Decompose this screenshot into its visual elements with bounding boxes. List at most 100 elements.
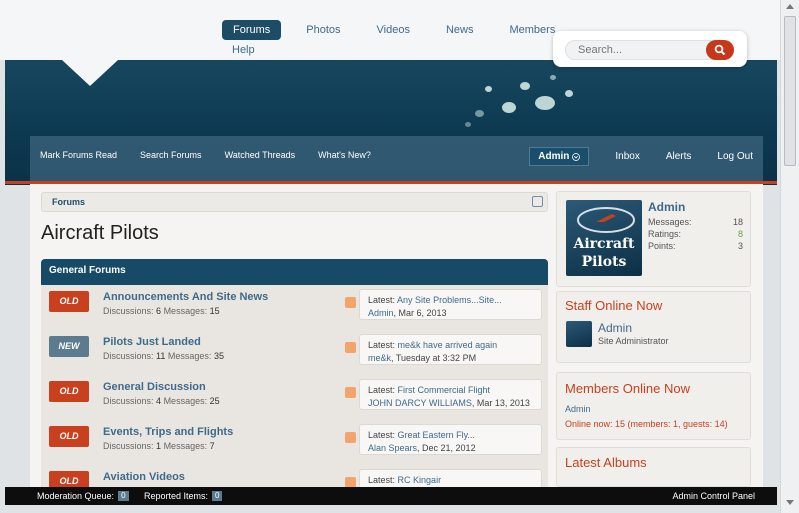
forum-title-link[interactable]: Aviation Videos (103, 471, 185, 483)
reported-items-count: 0 (212, 491, 223, 501)
search-button[interactable] (706, 40, 734, 60)
forum-status-badge: OLD (49, 291, 89, 312)
scrollbar-thumb[interactable] (784, 16, 796, 166)
forum-status-badge: OLD (49, 381, 89, 402)
visitor-ratings-row: Ratings: 8 (648, 229, 743, 239)
external-link-icon[interactable] (532, 196, 543, 207)
forum-stats: Discussions: 1 Messages: 7 (103, 441, 215, 451)
members-online-title: Members Online Now (565, 381, 690, 396)
vertical-scrollbar[interactable] (780, 0, 799, 513)
forum-row: NEW Pilots Just Landed Discussions: 11 M… (41, 330, 548, 374)
latest-albums-title: Latest Albums (565, 455, 647, 470)
discussions-count: 11 (156, 351, 166, 361)
points-value: 3 (737, 241, 743, 251)
staff-role: Site Administrator (598, 336, 669, 346)
search-forums-link[interactable]: Search Forums (140, 150, 202, 160)
discussions-label: Discussions: (103, 441, 154, 451)
rss-icon[interactable] (345, 342, 356, 353)
breadcrumb-forums[interactable]: Forums (52, 197, 85, 207)
avatar[interactable] (566, 321, 592, 347)
avatar-text-line-1: Aircraft (573, 236, 635, 252)
latest-thread-link[interactable]: First Commercial Flight (398, 385, 491, 395)
scroll-down-arrow-icon[interactable] (786, 500, 794, 505)
latest-thread-link[interactable]: Any Site Problems...Site... (397, 295, 502, 305)
watched-threads-link[interactable]: Watched Threads (225, 150, 296, 160)
rss-icon[interactable] (345, 387, 356, 398)
latest-thread-link[interactable]: Great Eastern Fly... (398, 430, 475, 440)
tab-help[interactable]: Help (232, 44, 255, 56)
admin-control-panel-link[interactable]: Admin Control Panel (672, 491, 755, 501)
latest-date: , Mar 6, 2013 (393, 308, 447, 318)
search-icon (714, 44, 726, 56)
forum-row: OLD Announcements And Site News Discussi… (41, 285, 548, 329)
points-label: Points: (648, 241, 676, 251)
latest-prefix: Latest: (368, 430, 396, 440)
moderation-queue-label: Moderation Queue: (37, 491, 115, 501)
search-panel (553, 31, 747, 67)
tab-forums[interactable]: Forums (222, 20, 282, 40)
whats-new-link[interactable]: What's New? (318, 150, 371, 160)
latest-thread-link[interactable]: RC Kingair (398, 475, 442, 485)
rss-icon[interactable] (345, 477, 356, 487)
moderation-queue-count: 0 (118, 491, 129, 501)
latest-post-box: Latest: Any Site Problems...Site... Admi… (359, 289, 542, 320)
visitor-points-row: Points: 3 (648, 241, 743, 251)
banner-light (475, 110, 484, 117)
rss-icon[interactable] (345, 297, 356, 308)
forum-title-link[interactable]: Pilots Just Landed (103, 336, 201, 348)
forum-status-badge: OLD (49, 471, 89, 487)
category-header[interactable]: General Forums (41, 259, 548, 285)
tab-videos[interactable]: Videos (366, 20, 421, 40)
forum-title-link[interactable]: Announcements And Site News (103, 291, 268, 303)
messages-count: 15 (209, 306, 220, 316)
sub-navigation: Mark Forums Read Search Forums Watched T… (30, 136, 763, 181)
discussions-count: 6 (156, 306, 162, 316)
tab-photos[interactable]: Photos (295, 20, 351, 40)
logout-link[interactable]: Log Out (717, 151, 753, 162)
latest-prefix: Latest: (368, 385, 396, 395)
main-tabs: Forums Photos Videos News Members (222, 20, 566, 40)
rss-icon[interactable] (345, 432, 356, 443)
moderation-queue-link[interactable]: Moderation Queue: 0 (37, 491, 129, 501)
latest-post-box: Latest: me&k have arrived again me&k, Tu… (359, 334, 542, 365)
visitor-name[interactable]: Admin (648, 200, 685, 214)
scroll-up-arrow-icon[interactable] (786, 4, 794, 9)
avatar[interactable]: Aircraft Pilots (566, 200, 642, 276)
visitor-messages-row: Messages: 18 (648, 217, 743, 227)
window-bottom-edge (0, 505, 780, 513)
messages-label: Messages: (648, 217, 692, 227)
latest-user-link[interactable]: Alan Spears (368, 443, 417, 453)
latest-user-link[interactable]: me&k (368, 353, 391, 363)
latest-date: , Dec 21, 2012 (417, 443, 476, 453)
banner-light (550, 75, 556, 80)
latest-user-link[interactable]: JOHN DARCY WILLIAMS (368, 398, 472, 408)
mark-forums-read-link[interactable]: Mark Forums Read (40, 150, 117, 160)
ratings-label: Ratings: (648, 229, 682, 239)
forum-row: OLD Aviation Videos Latest: RC Kingair (41, 465, 548, 487)
tab-news[interactable]: News (435, 20, 485, 40)
reported-items-link[interactable]: Reported Items: 0 (144, 491, 223, 501)
staff-name-link[interactable]: Admin (598, 321, 632, 335)
online-member-link[interactable]: Admin (565, 404, 591, 414)
admin-menu-button[interactable]: Admin (529, 147, 590, 166)
search-input[interactable] (578, 43, 698, 57)
staff-online-title: Staff Online Now (565, 298, 663, 313)
alerts-link[interactable]: Alerts (666, 151, 692, 162)
forum-status-badge: NEW (49, 336, 89, 357)
discussions-label: Discussions: (103, 351, 154, 361)
messages-label: Messages: (163, 306, 208, 316)
forum-title-link[interactable]: General Discussion (103, 381, 206, 393)
admin-bar: Moderation Queue: 0 Reported Items: 0 Ad… (5, 487, 777, 505)
messages-label: Messages: (167, 351, 212, 361)
forum-stats: Discussions: 6 Messages: 15 (103, 306, 220, 316)
latest-user-link[interactable]: Admin (368, 308, 394, 318)
messages-count: 25 (209, 396, 220, 406)
breadcrumb: Forums (41, 192, 548, 212)
forum-title-link[interactable]: Events, Trips and Flights (103, 426, 233, 438)
latest-prefix: Latest: (368, 295, 396, 305)
latest-thread-link[interactable]: me&k have arrived again (398, 340, 498, 350)
header-notch (62, 60, 118, 86)
chevron-down-icon (572, 152, 581, 161)
latest-post-box: Latest: RC Kingair (359, 469, 542, 487)
inbox-link[interactable]: Inbox (615, 151, 639, 162)
